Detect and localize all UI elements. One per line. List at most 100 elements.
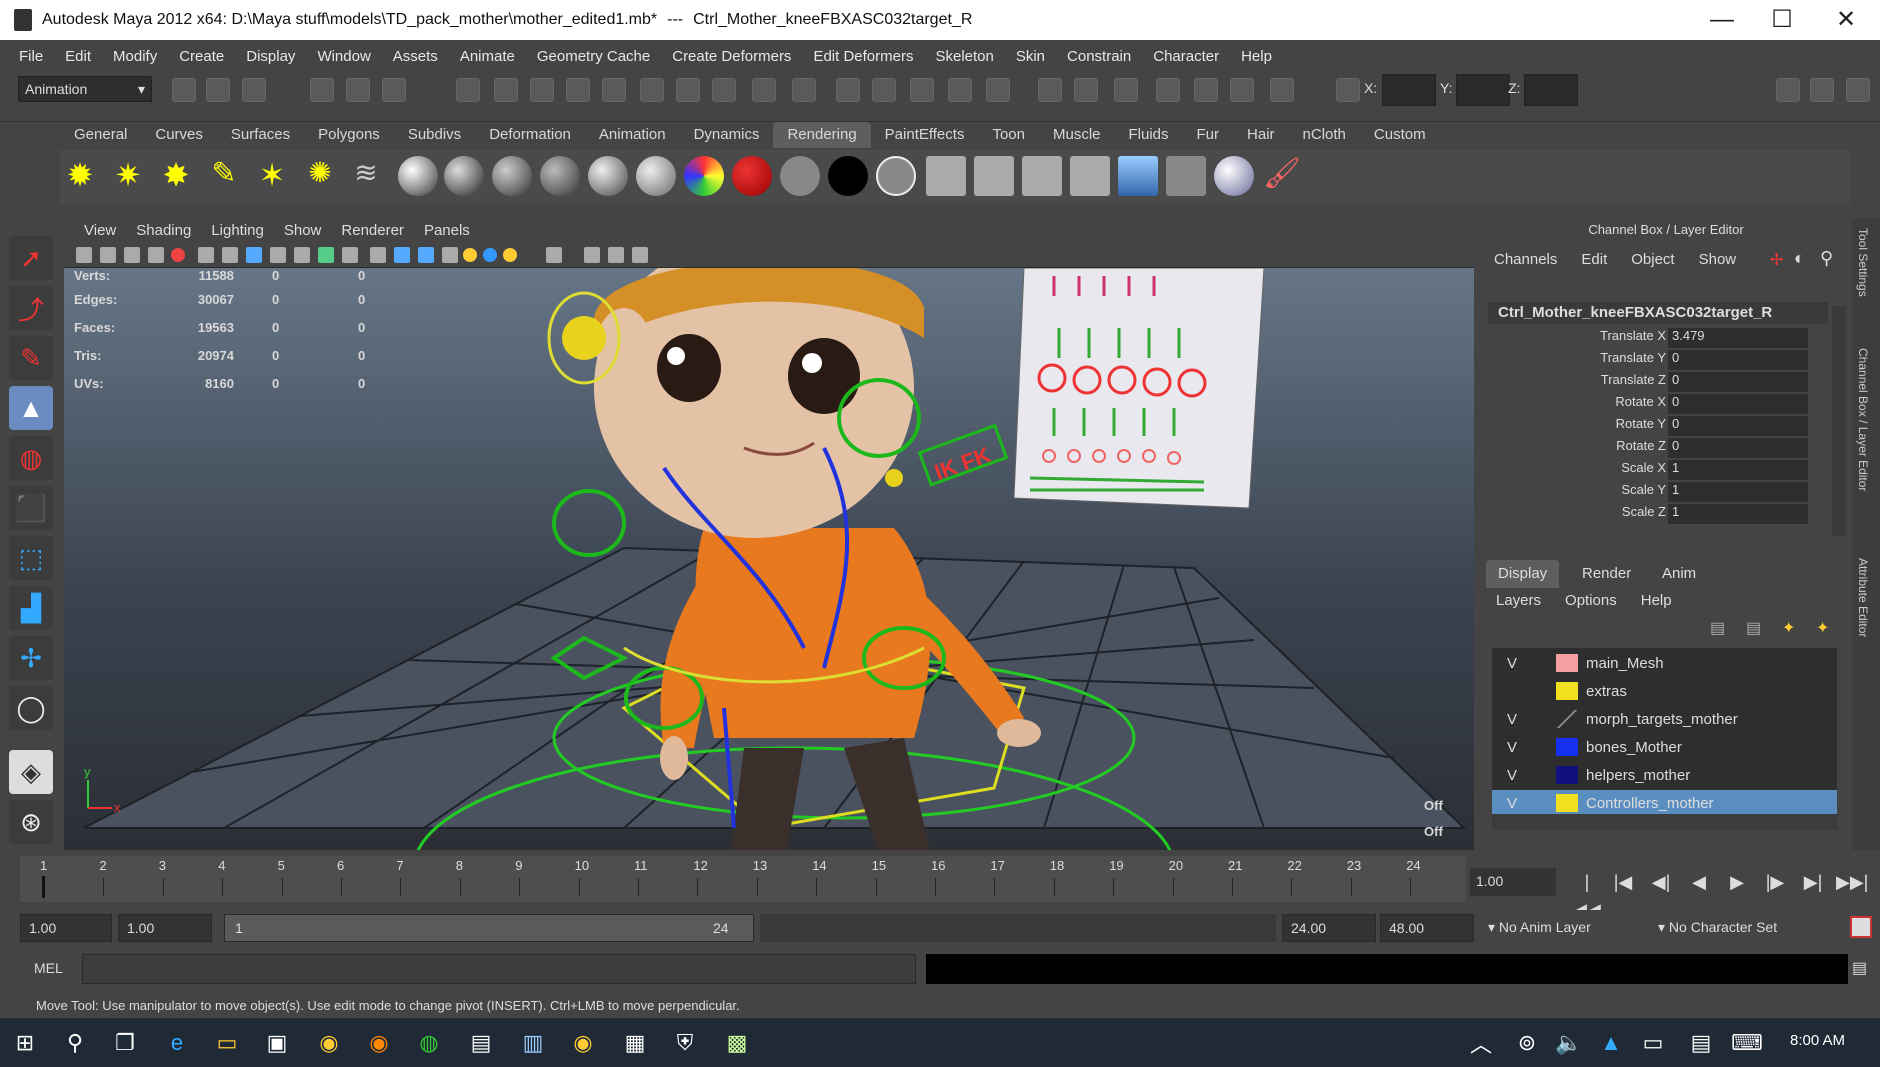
point-light-icon[interactable]: ✸: [156, 156, 196, 196]
notepad-icon[interactable]: ▥: [516, 1026, 550, 1060]
script-editor-icon[interactable]: ▤: [1852, 958, 1867, 978]
cb-menu-show[interactable]: Show: [1699, 251, 1737, 268]
le-menu-help[interactable]: Help: [1641, 592, 1672, 609]
perspective-viewport[interactable]: View Shading Lighting Show Renderer Pane…: [64, 218, 1474, 850]
lasso-tool-icon[interactable]: ⤴: [9, 286, 53, 330]
vp-menu-shading[interactable]: Shading: [126, 222, 201, 239]
area-light-icon[interactable]: ✶: [252, 156, 292, 196]
side-tab-tool-settings[interactable]: Tool Settings: [1856, 228, 1870, 297]
channel-translate-z[interactable]: Translate Z 0: [1488, 372, 1828, 394]
ramp-shader-icon[interactable]: [398, 156, 438, 196]
playback-start-field[interactable]: 1.00: [118, 914, 212, 942]
channel-value[interactable]: 1: [1668, 460, 1808, 480]
menu-edit-deformers[interactable]: Edit Deformers: [802, 48, 924, 65]
mental-ray-icon[interactable]: [1214, 156, 1254, 196]
tab-custom[interactable]: Custom: [1360, 122, 1440, 148]
tab-ncloth[interactable]: nCloth: [1289, 122, 1360, 148]
construction-history-icon[interactable]: [712, 78, 736, 102]
spot-light-icon[interactable]: ✎: [204, 156, 244, 196]
menu-constrain[interactable]: Constrain: [1056, 48, 1142, 65]
transform-numeric-icon[interactable]: [1336, 78, 1360, 102]
ambient-light-icon[interactable]: ✹: [60, 156, 100, 196]
y-field[interactable]: [1456, 74, 1510, 106]
menu-help[interactable]: Help: [1230, 48, 1283, 65]
move-tool-icon[interactable]: ▲: [9, 386, 53, 430]
tab-toon[interactable]: Toon: [978, 122, 1039, 148]
output-ops-icon[interactable]: [676, 78, 700, 102]
layer-color-swatch[interactable]: [1556, 766, 1578, 784]
camera-icon[interactable]: ≋: [346, 156, 386, 196]
app-pinned-icon[interactable]: ◍: [412, 1026, 446, 1060]
tab-anim[interactable]: Anim: [1650, 560, 1708, 588]
hypergraph-icon[interactable]: [1230, 78, 1254, 102]
surface-shader-icon[interactable]: [780, 156, 820, 196]
go-to-end-button[interactable]: ▶▶|: [1836, 868, 1868, 896]
hypershade-icon[interactable]: [910, 78, 934, 102]
menu-character[interactable]: Character: [1142, 48, 1230, 65]
edge-browser-icon[interactable]: e: [160, 1026, 194, 1060]
select-tool-icon[interactable]: ➚: [9, 236, 53, 280]
make-live-icon[interactable]: [602, 78, 626, 102]
menu-animate[interactable]: Animate: [449, 48, 526, 65]
volume-icon[interactable]: 🔈: [1552, 1026, 1586, 1060]
channel-rotate-z[interactable]: Rotate Z 0: [1488, 438, 1828, 460]
vp-menu-renderer[interactable]: Renderer: [331, 222, 414, 239]
show-hidden-icons-chevron-icon[interactable]: ︿: [1464, 1026, 1498, 1060]
trax-editor-icon[interactable]: [1194, 78, 1218, 102]
layered-shader-icon[interactable]: [684, 156, 724, 196]
layer-visibility-toggle[interactable]: V: [1498, 655, 1526, 672]
layout-outliner-icon[interactable]: ⊛: [9, 800, 53, 844]
chrome-icon[interactable]: ◉: [312, 1026, 346, 1060]
render-frame-shelf-icon[interactable]: [926, 156, 966, 196]
menu-geometry-cache[interactable]: Geometry Cache: [526, 48, 661, 65]
channel-box-pin-icon[interactable]: ⚲: [1820, 248, 1833, 269]
layer-row-helpers[interactable]: V helpers_mother: [1492, 762, 1837, 788]
select-object-icon[interactable]: [346, 78, 370, 102]
channel-rotate-x[interactable]: Rotate X 0: [1488, 394, 1828, 416]
render-view-icon[interactable]: [986, 78, 1010, 102]
animation-preferences-icon[interactable]: [1850, 916, 1872, 938]
tab-muscle[interactable]: Muscle: [1039, 122, 1115, 148]
use-background-icon[interactable]: [828, 156, 868, 196]
side-tab-attribute-editor[interactable]: Attribute Editor: [1856, 558, 1870, 637]
channel-box-key-icon[interactable]: ✢: [1770, 250, 1783, 270]
dope-sheet-icon[interactable]: [1156, 78, 1180, 102]
save-scene-icon[interactable]: [242, 78, 266, 102]
step-forward-frame-button[interactable]: |▶: [1760, 868, 1790, 896]
layer-row-extras[interactable]: extras: [1492, 678, 1837, 704]
action-center-icon[interactable]: ▤: [1684, 1026, 1718, 1060]
vp-menu-show[interactable]: Show: [274, 222, 332, 239]
new-layer-icon[interactable]: ✦: [1782, 618, 1795, 638]
chrome-window-icon[interactable]: ◉: [566, 1026, 600, 1060]
maya-taskbar-icon[interactable]: ▩: [720, 1026, 754, 1060]
store-icon[interactable]: ▣: [260, 1026, 294, 1060]
start-time-field[interactable]: 1.00: [20, 914, 112, 942]
layout-single-pane-icon[interactable]: ◈: [9, 750, 53, 794]
z-field[interactable]: [1524, 74, 1578, 106]
snap-grid-icon[interactable]: [456, 78, 480, 102]
graph-editor-icon[interactable]: [1074, 78, 1098, 102]
phong-shader-icon[interactable]: [540, 156, 580, 196]
go-to-start-button[interactable]: |◀◀: [1572, 868, 1602, 920]
rotate-tool-icon[interactable]: ◍: [9, 436, 53, 480]
snap-curve-icon[interactable]: [494, 78, 518, 102]
layer-color-swatch[interactable]: [1556, 794, 1578, 812]
maximize-button[interactable]: ☐: [1752, 0, 1812, 40]
anisotropic-shader-icon[interactable]: [636, 156, 676, 196]
menu-set-dropdown[interactable]: Animation ▾: [18, 76, 152, 102]
le-menu-options[interactable]: Options: [1565, 592, 1617, 609]
channel-box-scrollbar[interactable]: [1832, 306, 1846, 536]
render-region-icon[interactable]: [836, 78, 860, 102]
file-explorer-icon[interactable]: ▭: [210, 1026, 244, 1060]
network-icon[interactable]: ⊚: [1510, 1026, 1544, 1060]
tab-rendering[interactable]: Rendering: [773, 122, 871, 148]
current-frame-field[interactable]: 1.00: [1470, 868, 1556, 896]
keyboard-icon[interactable]: ⌨: [1730, 1026, 1764, 1060]
batch-render-icon[interactable]: [974, 156, 1014, 196]
channel-value[interactable]: 1: [1668, 504, 1808, 524]
viewport-toolbar-icons[interactable]: [64, 242, 784, 268]
layer-row-morph-targets[interactable]: V morph_targets_mother: [1492, 706, 1837, 732]
layer-row-bones[interactable]: V bones_Mother: [1492, 734, 1837, 760]
channel-value[interactable]: 1: [1668, 482, 1808, 502]
tab-deformation[interactable]: Deformation: [475, 122, 585, 148]
